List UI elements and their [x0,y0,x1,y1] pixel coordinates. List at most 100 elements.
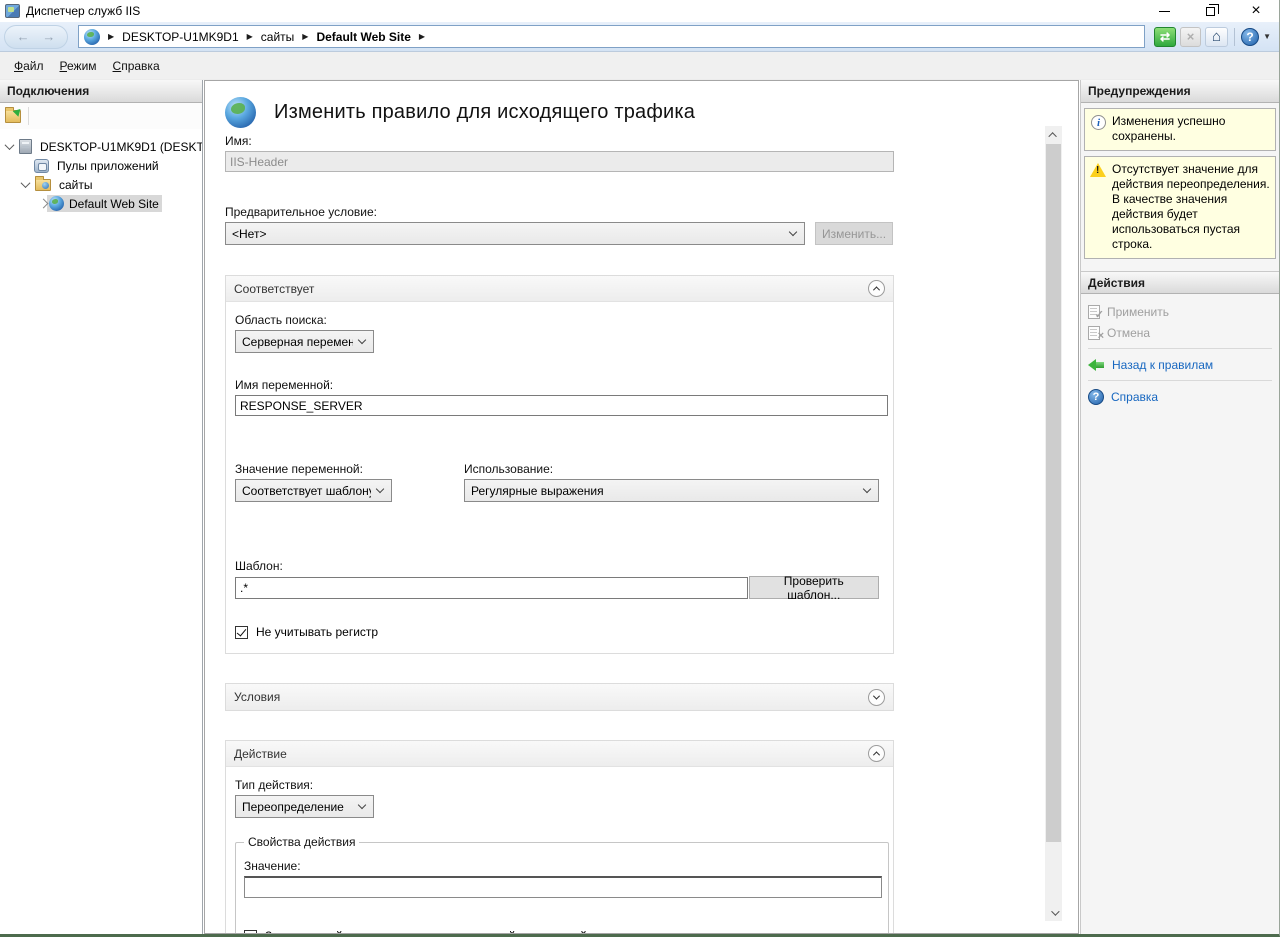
menu-help[interactable]: Справка [105,59,168,73]
chevron-down-icon[interactable] [21,178,31,188]
menu-file[interactable]: Файл [6,59,52,73]
breadcrumb-separator-icon: ▶ [108,32,114,41]
tree-item-label: Пулы приложений [54,158,162,174]
action-section-body: Тип действия: Переопределение Свойства д… [226,767,893,934]
breadcrumb-item-sites[interactable]: сайты [261,30,295,44]
refresh-icon[interactable]: ⇄ [1154,27,1176,47]
collapse-icon[interactable] [868,745,885,762]
collapse-icon[interactable] [868,280,885,297]
replace-checkbox[interactable] [244,930,257,935]
replace-checkbox-row[interactable]: Заменить действующее значение серверной … [244,929,880,934]
match-section-header[interactable]: Соответствует [226,276,893,302]
replace-label: Заменить действующее значение серверной … [265,929,587,934]
help-action[interactable]: ? Справка [1088,386,1272,407]
home-icon[interactable]: ⌂ [1205,27,1228,47]
vertical-scrollbar[interactable] [1045,126,1062,921]
tree-item-server[interactable]: DESKTOP-U1MK9D1 (DESKTOP [0,137,202,156]
chevron-down-icon [358,801,366,809]
menu-view[interactable]: Режим [52,59,105,73]
help-dropdown-icon[interactable]: ▼ [1263,32,1271,41]
connections-header: Подключения [0,80,202,103]
match-section: Соответствует Область поиска: Серверная … [225,275,894,654]
ignore-case-checkbox[interactable] [235,626,248,639]
tree-item-app-pools[interactable]: Пулы приложений [0,156,202,175]
ignore-case-label: Не учитывать регистр [256,625,378,639]
cancel-action: × Отмена [1088,322,1272,343]
menu-bar: Файл Режим Справка [0,52,1279,80]
back-to-rules-label: Назад к правилам [1112,358,1213,372]
apply-label: Применить [1107,305,1169,319]
breadcrumb-item-default-web-site[interactable]: Default Web Site [316,30,410,44]
alerts-header: Предупреждения [1081,80,1279,103]
scrollbar-thumb[interactable] [1046,144,1061,842]
tree-item-sites[interactable]: сайты [0,175,202,194]
create-connection-icon[interactable] [5,110,21,123]
scope-label: Область поиска: [235,313,879,327]
edit-precondition-button: Изменить... [815,222,893,245]
tree-item-label: DESKTOP-U1MK9D1 (DESKTOP [37,139,202,155]
alert-text: Отсутствует значение для действия переоп… [1112,162,1271,252]
chevron-down-icon [376,485,384,493]
minimize-button[interactable] [1141,0,1187,22]
server-icon [19,139,32,154]
chevron-down-icon[interactable] [5,140,15,150]
operation-using-labels: Значение переменной: Использование: [235,462,879,476]
address-toolbar: ⇄ × ⌂ ? ▼ [1154,27,1271,47]
forward-icon[interactable]: → [42,30,55,43]
stop-icon: × [1180,27,1201,47]
using-value: Регулярные выражения [471,484,858,498]
tree-item-label: Default Web Site [69,197,159,211]
edit-outbound-rule-form: Изменить правило для исходящего трафика … [225,81,894,934]
precondition-select[interactable]: <Нет> [225,222,805,245]
cancel-icon: × [1088,326,1100,340]
sites-folder-icon [35,179,51,191]
apply-action: ✓ Применить [1088,301,1272,322]
variable-value-select[interactable]: Соответствует шаблону [235,479,392,502]
back-to-rules-action[interactable]: Назад к правилам [1088,354,1272,375]
help-icon: ? [1088,389,1104,405]
scroll-up-icon[interactable] [1045,126,1062,143]
restore-button[interactable] [1187,0,1233,22]
using-label: Использование: [464,462,553,476]
action-type-select[interactable]: Переопределение [235,795,374,818]
match-section-body: Область поиска: Серверная переменн Имя п… [226,302,893,653]
feature-globe-icon [225,97,256,128]
scope-value: Серверная переменн [242,335,353,349]
action-properties-group: Свойства действия Значение: Заменить дей… [235,842,889,934]
breadcrumb-item-server[interactable]: DESKTOP-U1MK9D1 [122,30,238,44]
close-button[interactable]: × [1233,0,1279,22]
actions-header: Действия [1081,271,1279,294]
expand-icon[interactable] [868,689,885,706]
actions-list: ✓ Применить × Отмена Назад к правилам ? … [1081,294,1279,411]
match-section-title: Соответствует [234,282,868,296]
scope-select[interactable]: Серверная переменн [235,330,374,353]
variable-name-input[interactable] [235,395,888,416]
value-input[interactable] [244,876,882,898]
breadcrumb-separator-icon: ▶ [302,32,308,41]
actions-divider [1088,380,1272,381]
breadcrumb[interactable]: ▶ DESKTOP-U1MK9D1 ▶ сайты ▶ Default Web … [78,25,1145,48]
breadcrumb-separator-icon: ▶ [419,32,425,41]
info-icon: i [1091,115,1106,130]
help-label: Справка [1111,390,1158,404]
pattern-input[interactable] [235,577,748,599]
ignore-case-checkbox-row[interactable]: Не учитывать регистр [235,625,879,639]
apply-icon: ✓ [1088,305,1100,319]
action-section-header[interactable]: Действие [226,741,893,767]
tree-item-default-web-site[interactable]: Default Web Site [0,194,202,213]
conditions-section-header[interactable]: Условия [226,684,893,710]
tree-item-label: сайты [56,177,96,193]
navigation-buttons: ← → [4,25,68,49]
restore-icon [1206,7,1215,16]
alert-info: i Изменения успешно сохранены. [1084,108,1276,151]
using-select[interactable]: Регулярные выражения [464,479,879,502]
toolbar-divider [28,107,29,125]
test-pattern-button[interactable]: Проверить шаблон... [749,576,879,599]
pattern-row: Проверить шаблон... [235,576,879,599]
action-section: Действие Тип действия: Переопределение С… [225,740,894,934]
toolbar-divider [1234,28,1235,46]
help-icon[interactable]: ? [1241,28,1259,46]
back-icon[interactable]: ← [17,30,30,43]
chevron-down-icon [863,485,871,493]
scroll-down-icon[interactable] [1045,904,1062,921]
